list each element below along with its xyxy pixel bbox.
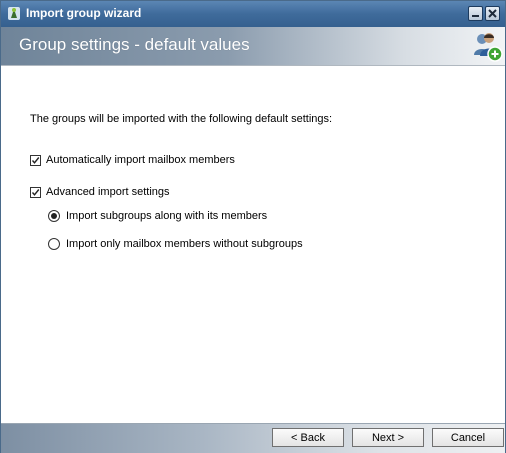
users-add-icon [471, 30, 503, 62]
members-only-radio-label: Import only mailbox members without subg… [66, 238, 303, 250]
subgroups-radio-label: Import subgroups along with its members [66, 210, 268, 222]
close-button[interactable] [485, 6, 500, 21]
intro-text: The groups will be imported with the fol… [30, 113, 333, 125]
cancel-button[interactable]: Cancel [432, 428, 504, 447]
members-only-radio-option[interactable]: Import only mailbox members without subg… [48, 238, 303, 250]
header-banner: Group settings - default values [1, 27, 505, 65]
checkmark-icon [31, 188, 40, 196]
content-area: The groups will be imported with the fol… [1, 66, 505, 423]
window-title: Import group wizard [26, 6, 142, 20]
close-icon [488, 9, 497, 18]
footer-bar: < Back Next > Cancel [1, 423, 505, 453]
app-icon [7, 6, 21, 21]
advanced-label: Advanced import settings [46, 186, 170, 198]
minimize-button[interactable] [468, 6, 483, 21]
advanced-checkbox[interactable] [30, 186, 41, 198]
minimize-icon [472, 15, 479, 17]
page-title: Group settings - default values [19, 35, 250, 54]
checkmark-icon [31, 156, 40, 164]
auto-import-option[interactable]: Automatically import mailbox members [30, 154, 235, 166]
members-only-radio[interactable] [48, 238, 60, 250]
subgroups-radio-option[interactable]: Import subgroups along with its members [48, 210, 267, 222]
title-bar[interactable]: Import group wizard [1, 1, 505, 27]
auto-import-checkbox[interactable] [30, 154, 41, 166]
subgroups-radio[interactable] [48, 210, 60, 222]
next-button[interactable]: Next > [352, 428, 424, 447]
back-button[interactable]: < Back [272, 428, 344, 447]
advanced-option[interactable]: Advanced import settings [30, 186, 170, 198]
auto-import-label: Automatically import mailbox members [46, 154, 235, 166]
wizard-window: Import group wizard Group settings - def… [0, 0, 506, 453]
